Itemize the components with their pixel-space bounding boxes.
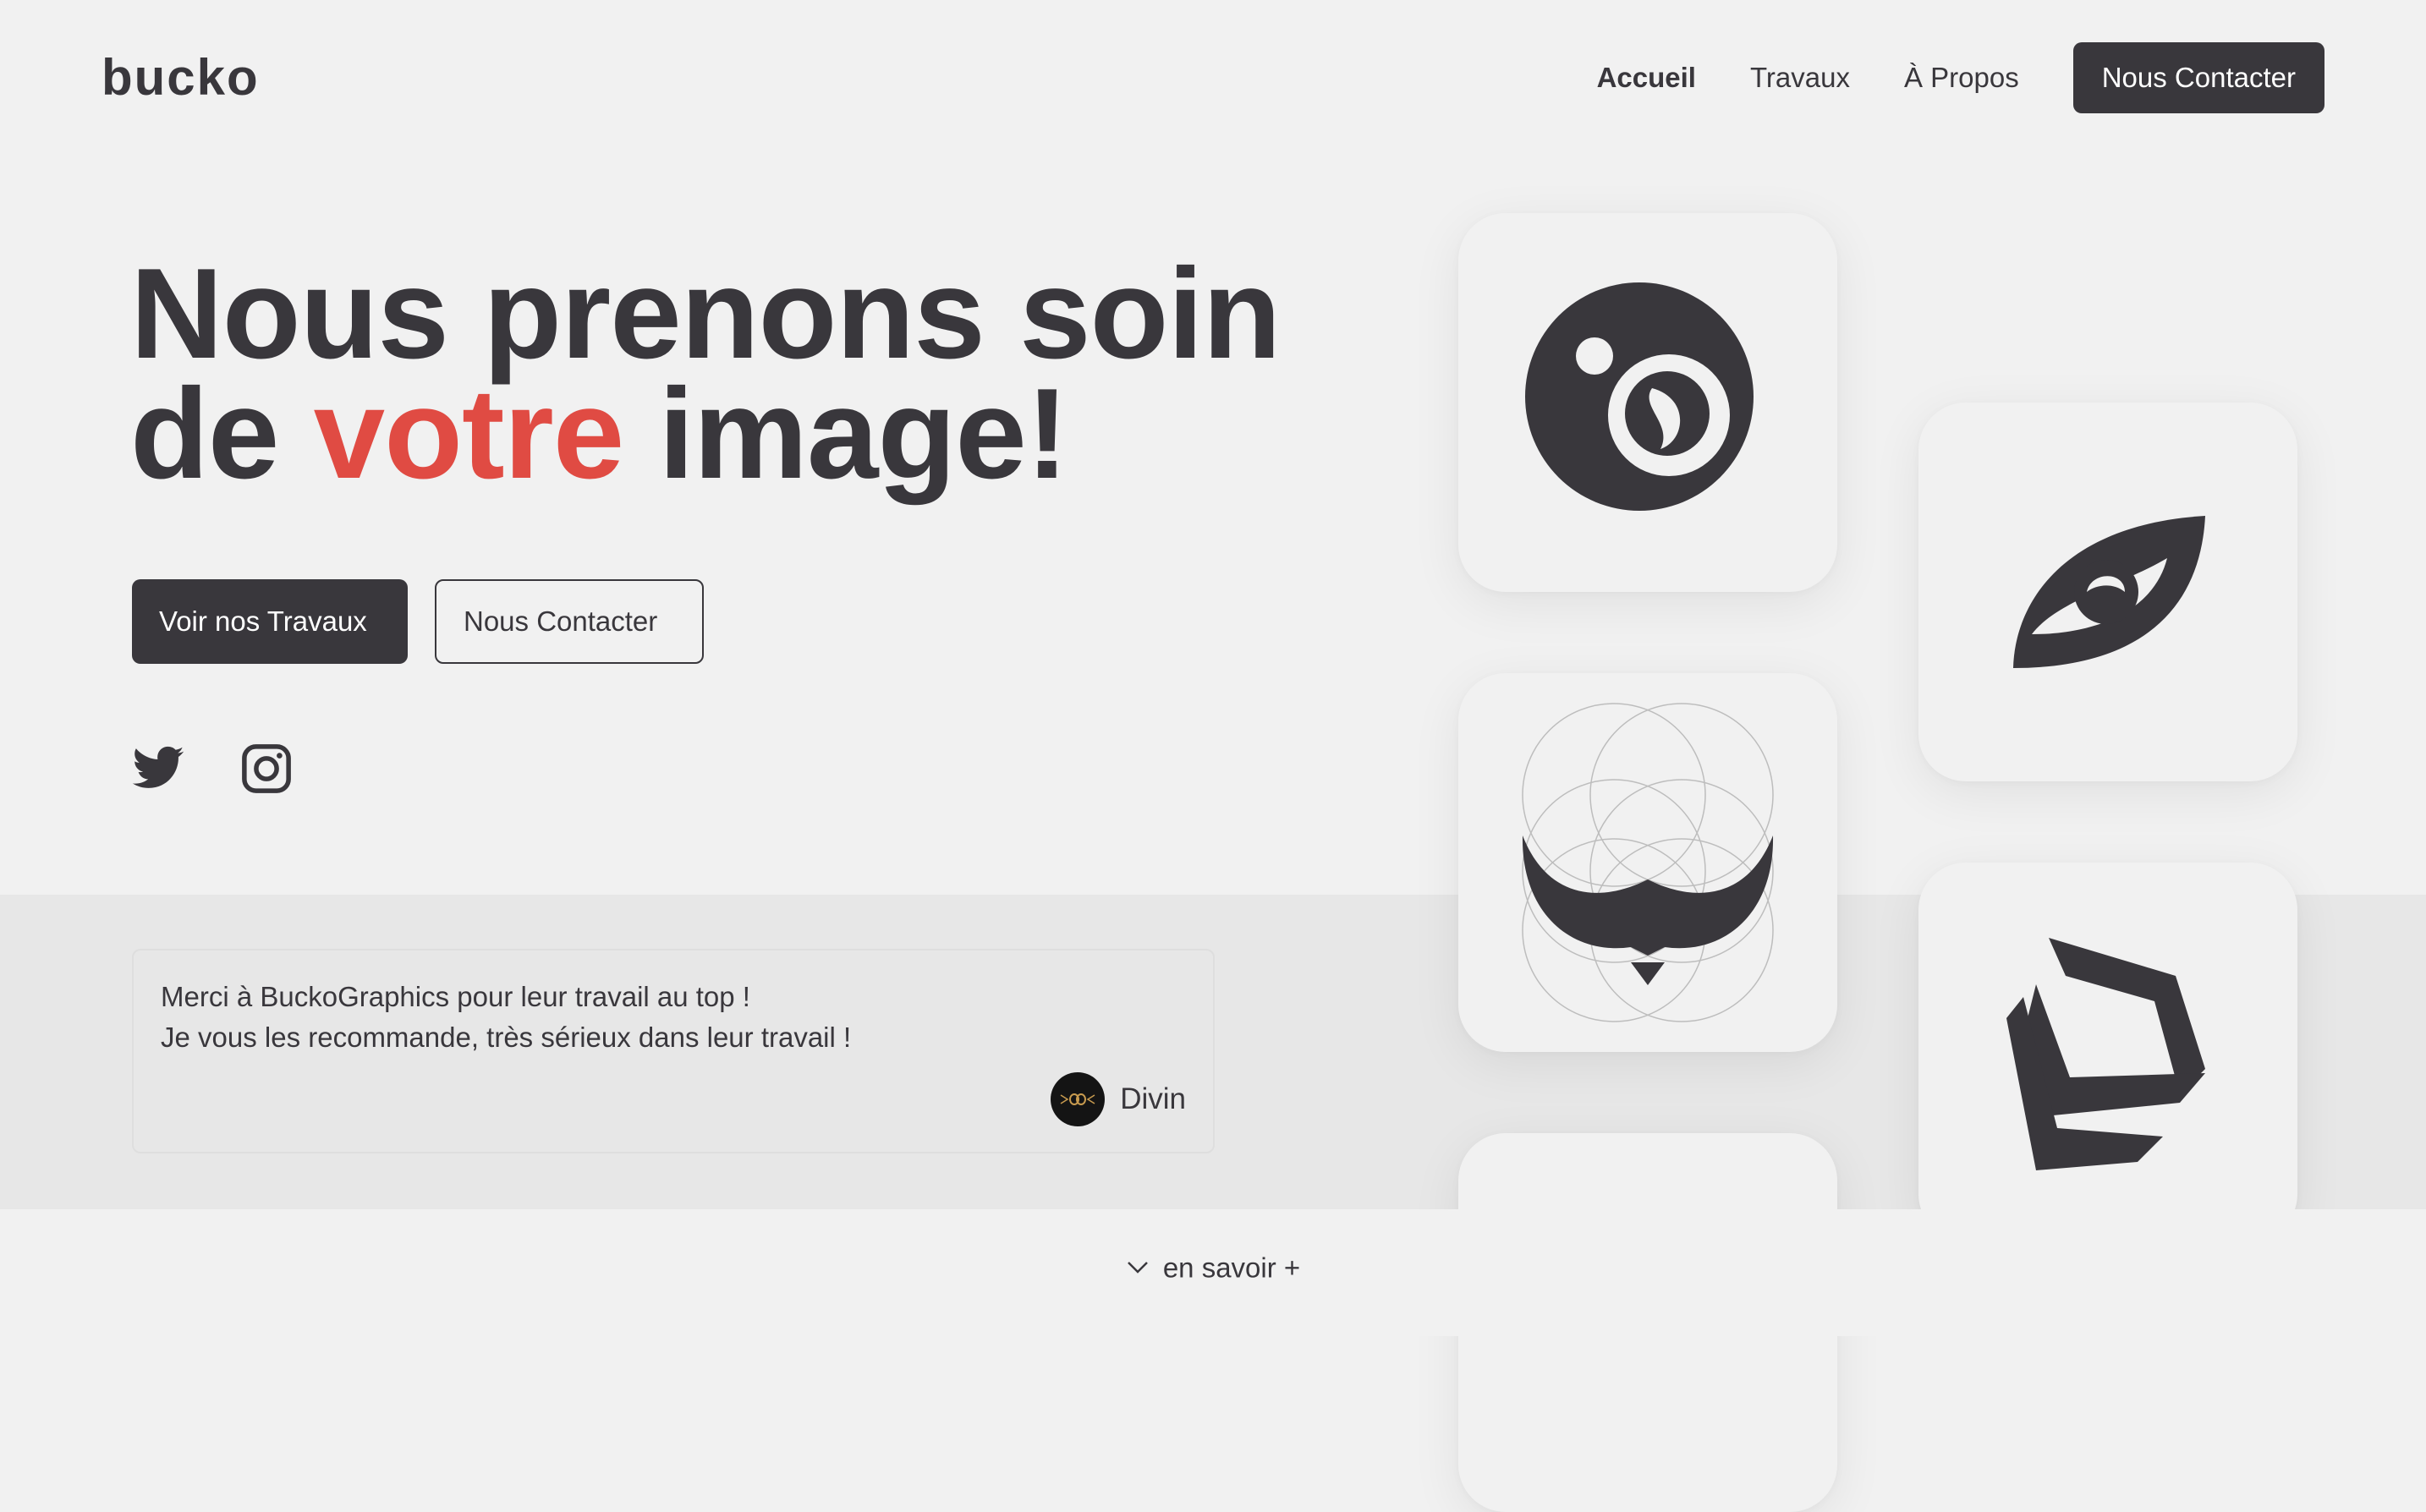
avatar-wings-icon [1060, 1093, 1095, 1105]
hexagon-blocks-icon [2006, 938, 2205, 1170]
hero-title-accent: votre [313, 362, 625, 506]
hero-title: Nous prenons soin de votre image! [130, 249, 1282, 498]
nav-a-propos[interactable]: À Propos [1904, 62, 2019, 94]
twitter-icon[interactable] [130, 741, 186, 797]
bucko-logo[interactable]: bucko [102, 52, 305, 107]
chevron-down-icon [1127, 1262, 1148, 1274]
svg-text:bucko: bucko [102, 52, 260, 106]
learn-more-link[interactable]: en savoir + [0, 1250, 2426, 1284]
testimonial-author-name: Divin [1120, 1082, 1186, 1115]
nav-contact-button[interactable]: Nous Contacter [2072, 42, 2324, 113]
testimonial-line1: Merci à BuckoGraphics pour leur travail … [161, 981, 750, 1012]
eye-swirl-icon [2013, 516, 2205, 668]
testimonial-author: Divin [1051, 1072, 1186, 1126]
testimonial-line2: Je vous les recommande, très sérieux dan… [161, 1022, 852, 1053]
instagram-icon[interactable] [239, 741, 294, 797]
main-nav: Accueil Travaux À Propos Nous Contacter [1597, 42, 2324, 113]
card-mustache-construction[interactable] [1458, 673, 1837, 1052]
card-hexagon-blocks[interactable] [1918, 863, 2297, 1241]
testimonial-card: Merci à BuckoGraphics pour leur travail … [132, 949, 1215, 1153]
avatar [1051, 1072, 1106, 1126]
learn-more-label: en savoir + [1162, 1252, 1301, 1284]
hero-title-line2-before: de [130, 362, 314, 506]
bucko-mark-icon [1525, 282, 1754, 511]
mustache-construction-icon [1522, 703, 1774, 1022]
nav-travaux[interactable]: Travaux [1750, 62, 1850, 94]
view-works-button[interactable]: Voir nos Travaux [132, 579, 408, 664]
card-eye-swirl[interactable] [1918, 403, 2297, 781]
card-bucko-mark[interactable] [1458, 213, 1837, 592]
nav-accueil[interactable]: Accueil [1597, 62, 1696, 94]
hero-title-line2-after: image! [623, 362, 1069, 506]
contact-button[interactable]: Nous Contacter [435, 579, 704, 664]
